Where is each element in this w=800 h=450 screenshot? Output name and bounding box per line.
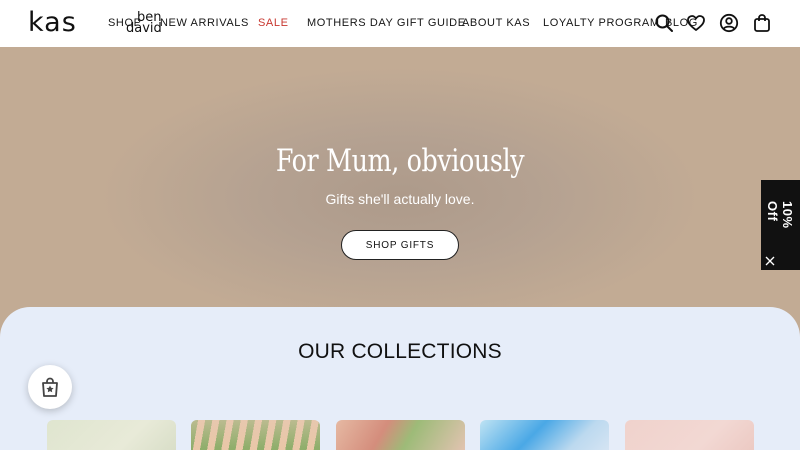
heart-icon[interactable]: [686, 13, 706, 33]
promo-label: 10% Off: [765, 201, 795, 229]
shop-gifts-button[interactable]: SHOP GIFTS: [341, 230, 459, 260]
nav-item-loyalty-program[interactable]: LOYALTY PROGRAM: [543, 17, 660, 30]
collections-title: OUR COLLECTIONS: [298, 340, 502, 363]
hero-title: For Mum, obviously: [275, 143, 525, 179]
site-header: kas SHOP ben david NEW ARRIVALS SALE MOT…: [0, 0, 800, 47]
close-icon[interactable]: [765, 256, 775, 266]
nav-item-mothers-day-gift-guide[interactable]: MOTHERS DAY GIFT GUIDE: [307, 17, 466, 30]
collection-card[interactable]: [191, 420, 320, 450]
account-icon[interactable]: [719, 13, 739, 33]
hero-subtitle: Gifts she'll actually love.: [325, 191, 475, 207]
collection-card[interactable]: [336, 420, 465, 450]
bag-icon[interactable]: [752, 13, 772, 33]
collection-card[interactable]: [47, 420, 176, 450]
discount-promo-tab[interactable]: 10% Off: [761, 180, 800, 270]
nav-item-about-kas[interactable]: ABOUT KAS: [462, 17, 530, 30]
nav-item-sale[interactable]: SALE: [258, 17, 289, 30]
hero-banner: For Mum, obviously Gifts she'll actually…: [0, 47, 800, 337]
nav-item-new-arrivals[interactable]: NEW ARRIVALS: [160, 17, 249, 30]
collections-section: OUR COLLECTIONS: [0, 307, 800, 450]
rewards-launcher-button[interactable]: [28, 365, 72, 409]
rewards-bag-icon: [38, 375, 62, 399]
collection-card[interactable]: [480, 420, 609, 450]
search-icon[interactable]: [654, 13, 674, 33]
kas-logo[interactable]: kas: [28, 8, 77, 38]
collection-card[interactable]: [625, 420, 754, 450]
